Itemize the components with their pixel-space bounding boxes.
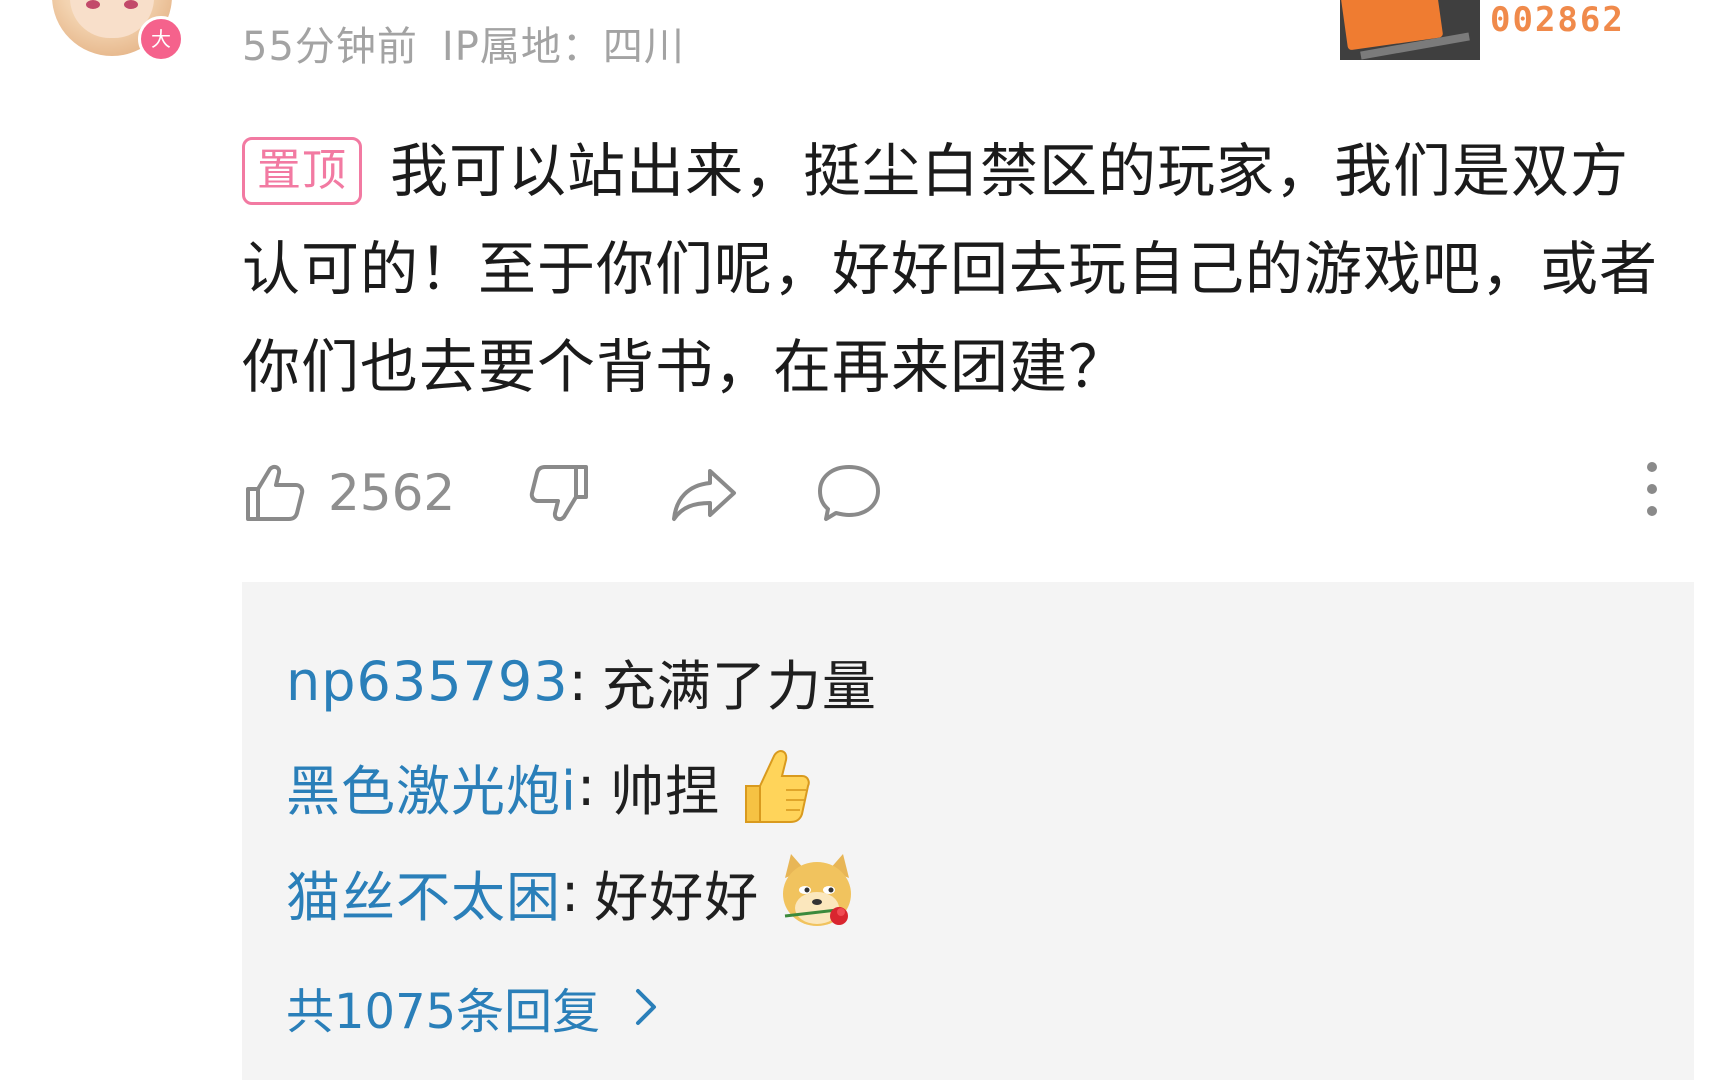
avatar-eye-left [86,0,100,9]
level-badge: 大 [138,16,184,62]
reply-username[interactable]: 黑色激光炮i [286,747,577,826]
comment-text: 我可以站出来，挺尘白禁区的玩家，我们是双方认可的！至于你们呢，好好回去玩自己的游… [242,137,1659,401]
like-button[interactable]: 2562 [242,458,455,528]
share-button[interactable] [670,458,740,528]
reply-item[interactable]: 猫丝不太困: 好好好 [286,850,859,934]
view-all-replies-link[interactable]: 共1075条回复 [286,972,666,1042]
reply-text: 好好好 [594,865,760,929]
more-vertical-icon[interactable] [1642,462,1662,522]
reply-item[interactable]: 黑色激光炮i: 帅捏 [286,746,812,826]
reply-text: 帅捏 [610,759,721,823]
total-replies-label: 共1075条回复 [286,984,601,1040]
avatar-eye-right [124,0,138,9]
chevron-right-icon [636,989,657,1025]
more-dot [1647,506,1657,516]
reply-separator: : [577,754,597,818]
more-dot [1647,462,1657,472]
fan-card-image[interactable] [1340,0,1480,60]
like-count: 2562 [328,464,456,522]
comment-action-bar: 2562 [242,458,1682,528]
comment-time: 55分钟前 [242,24,418,70]
reply-username[interactable]: 猫丝不太困 [286,853,561,932]
ip-location: IP属地：四川 [441,24,685,70]
dislike-button[interactable] [528,458,592,528]
reply-bubble-icon [818,465,880,521]
thumbs-up-icon [246,464,305,521]
pinned-tag: 置顶 [242,137,362,205]
thumbs-up-emoji [745,750,810,823]
thumbs-down-icon [529,465,588,522]
comment-meta: 55分钟前 IP属地：四川 [242,14,685,72]
reply-username[interactable]: np635793 [286,650,569,713]
reply-text: 充满了力量 [601,655,877,718]
comment-content: 置顶 我可以站出来，挺尘白禁区的玩家，我们是双方认可的！至于你们呢，好好回去玩自己… [242,122,1662,416]
fan-number: 002862 [1490,0,1625,40]
reply-separator: : [568,650,588,713]
reply-separator: : [561,860,581,924]
more-dot [1647,484,1657,494]
comment-page: 大 55分钟前 IP属地：四川 002862 置顶 我可以站出来，挺尘白禁区的玩家，… [0,0,1728,1080]
reply-button[interactable] [814,458,884,528]
doge-rose-emoji [783,854,852,926]
reply-item[interactable]: np635793: 充满了力量 [286,642,877,721]
share-icon [672,469,736,521]
